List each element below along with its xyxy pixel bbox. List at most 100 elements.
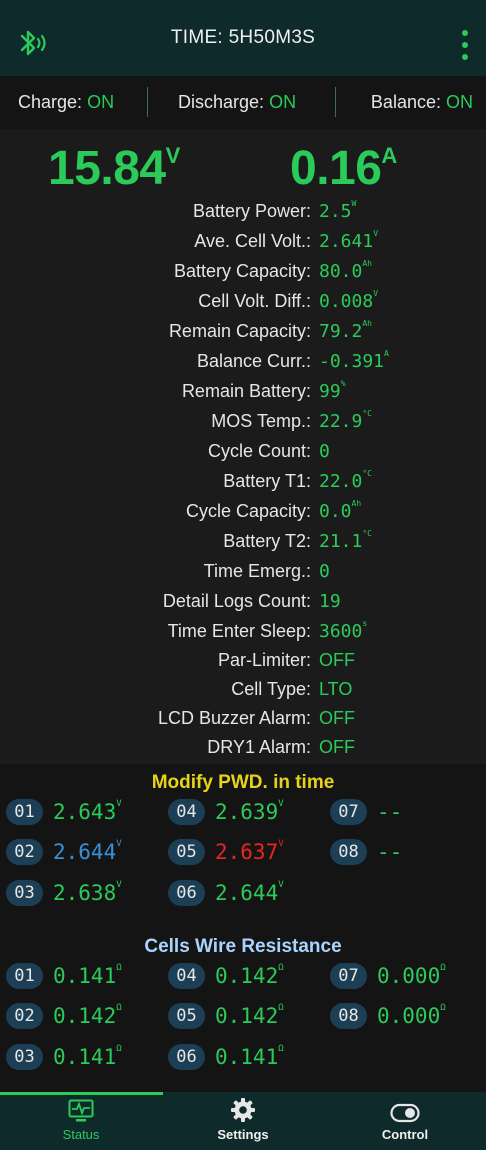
gear-icon: [231, 1098, 255, 1122]
cell-voltage-cell: 02 2.644V: [6, 839, 122, 865]
cell-voltage-cell: 08 --: [330, 839, 402, 865]
wire-resistance-value: 0.142Ω: [215, 1003, 284, 1028]
wire-resistance-value: 0.000Ω: [377, 963, 446, 988]
section-title: Cells Wire Resistance: [144, 936, 342, 957]
param-label: Cell Volt. Diff.:: [198, 290, 311, 311]
tab-settings[interactable]: Settings: [162, 1092, 324, 1150]
wire-resistance-cell: 05 0.142Ω: [168, 1003, 284, 1029]
param-label: Remain Battery:: [181, 380, 311, 401]
param-label: DRY1 Alarm:: [207, 737, 311, 757]
monitor-icon: [68, 1099, 94, 1122]
param-value: OFF: [319, 650, 355, 670]
param-value: 99%: [319, 378, 346, 402]
balance-status[interactable]: Balance: ON: [371, 92, 473, 113]
wire-resistance-value: 0.141Ω: [53, 1044, 122, 1069]
cell-voltage-section: Modify PWD. in time 01 2.643V 02 2.644V 03 2.…: [0, 764, 486, 928]
cell-number-badge: 05: [168, 839, 205, 865]
toggle-icon: [390, 1103, 420, 1123]
cell-voltage-value: 2.643V: [53, 799, 122, 824]
param-value: 0: [319, 440, 330, 462]
param-label: Par-Limiter:: [217, 650, 311, 670]
section-title[interactable]: Modify PWD. in time: [0, 764, 486, 802]
cell-number-badge: 07: [330, 963, 367, 989]
cell-voltage-cell: 05 2.637V: [168, 839, 284, 865]
tab-label: Control: [381, 1127, 429, 1142]
tab-control[interactable]: Control: [324, 1092, 486, 1150]
param-value: 19: [319, 590, 341, 612]
wire-resistance-value: 0.000Ω: [377, 1003, 446, 1028]
param-value: 2.641V: [319, 228, 379, 252]
wire-resistance-cell: 06 0.141Ω: [168, 1044, 284, 1070]
divider: [147, 87, 148, 117]
cell-number-badge: 02: [6, 1003, 43, 1029]
cell-voltage-value: 2.639V: [215, 799, 284, 824]
switch-status-bar: Charge: ON Discharge: ON Balance: ON: [0, 76, 486, 129]
tab-status[interactable]: Status: [0, 1092, 162, 1150]
param-value: 79.2Ah: [319, 318, 372, 342]
param-label: Remain Capacity:: [168, 320, 311, 341]
param-value: 2.5W: [319, 198, 357, 222]
param-value: 80.0Ah: [319, 258, 372, 282]
cell-voltage-cell: 03 2.638V: [6, 880, 122, 906]
cell-voltage-cell: 06 2.644V: [168, 880, 284, 906]
cell-number-badge: 04: [168, 799, 205, 825]
param-label: Battery Power:: [192, 200, 311, 221]
param-value: OFF: [319, 708, 355, 728]
tab-label: Status: [62, 1127, 100, 1142]
param-label: LCD Buzzer Alarm:: [157, 708, 311, 728]
cell-voltage-cell: 04 2.639V: [168, 799, 284, 825]
param-label: Cycle Count:: [207, 440, 311, 461]
wire-resistance-value: 0.142Ω: [215, 963, 284, 988]
cell-number-badge: 06: [168, 1044, 205, 1070]
param-value: LTO: [319, 679, 353, 699]
param-label: Ave. Cell Volt.:: [194, 230, 311, 251]
cell-voltage-cell: 01 2.643V: [6, 799, 122, 825]
cell-number-badge: 01: [6, 799, 43, 825]
cell-voltage-value: 2.644V: [53, 839, 122, 864]
cell-voltage-value: --: [377, 840, 403, 864]
cell-number-badge: 06: [168, 880, 205, 906]
wire-resistance-value: 0.141Ω: [53, 963, 122, 988]
wire-resistance-section: Cells Wire Resistance 01 0.141Ω 02 0.142Ω 03…: [0, 928, 486, 1092]
wire-resistance-value: 0.142Ω: [53, 1003, 122, 1028]
wire-resistance-cell: 07 0.000Ω: [330, 963, 446, 989]
bottom-nav: Status Settings Control: [0, 1092, 486, 1150]
param-label: Cell Type:: [231, 679, 311, 699]
cell-number-badge: 04: [168, 963, 205, 989]
param-value: OFF: [319, 737, 355, 757]
param-label: Battery T2:: [223, 530, 311, 551]
param-label: Battery T1:: [223, 470, 311, 491]
more-vert-icon[interactable]: [460, 30, 470, 60]
cell-voltage-value: 2.637V: [215, 839, 284, 864]
param-label: Time Enter Sleep:: [167, 620, 311, 641]
cell-number-badge: 07: [330, 799, 367, 825]
cell-number-badge: 08: [330, 839, 367, 865]
discharge-status[interactable]: Discharge: ON: [178, 92, 296, 113]
cell-voltage-cell: 07 --: [330, 799, 402, 825]
param-label: Balance Curr.:: [196, 350, 311, 371]
bluetooth-icon[interactable]: [16, 27, 50, 59]
param-label: Time Emerg.:: [203, 560, 311, 581]
param-value: 0: [319, 560, 330, 582]
cell-number-badge: 01: [6, 963, 43, 989]
param-value: 22.0°C: [319, 468, 372, 492]
cell-voltage-value: 2.644V: [215, 880, 284, 905]
wire-resistance-value: 0.141Ω: [215, 1044, 284, 1069]
param-value: 0.0Ah: [319, 498, 362, 522]
wire-resistance-cell: 02 0.142Ω: [6, 1003, 122, 1029]
charge-status[interactable]: Charge: ON: [18, 92, 114, 113]
cell-number-badge: 02: [6, 839, 43, 865]
parameter-list: Battery Power: 2.5W Ave. Cell Volt.: 2.641…: [0, 196, 486, 762]
divider: [335, 87, 336, 117]
elapsed-time-title: TIME: 5H50M3S: [170, 27, 316, 48]
param-value: 3600s: [319, 618, 368, 642]
cell-voltage-value: 2.638V: [53, 880, 122, 905]
param-label: Cycle Capacity:: [185, 500, 311, 521]
param-label: Battery Capacity:: [173, 260, 311, 281]
battery-info-panel: 15.84V 0.16A Battery Power: 2.5W Ave. Cel…: [0, 129, 486, 764]
cell-voltage-value: --: [377, 800, 403, 824]
param-value: 21.1°C: [319, 528, 372, 552]
cell-number-badge: 05: [168, 1003, 205, 1029]
wire-resistance-cell: 03 0.141Ω: [6, 1044, 122, 1070]
cell-number-badge: 03: [6, 880, 43, 906]
